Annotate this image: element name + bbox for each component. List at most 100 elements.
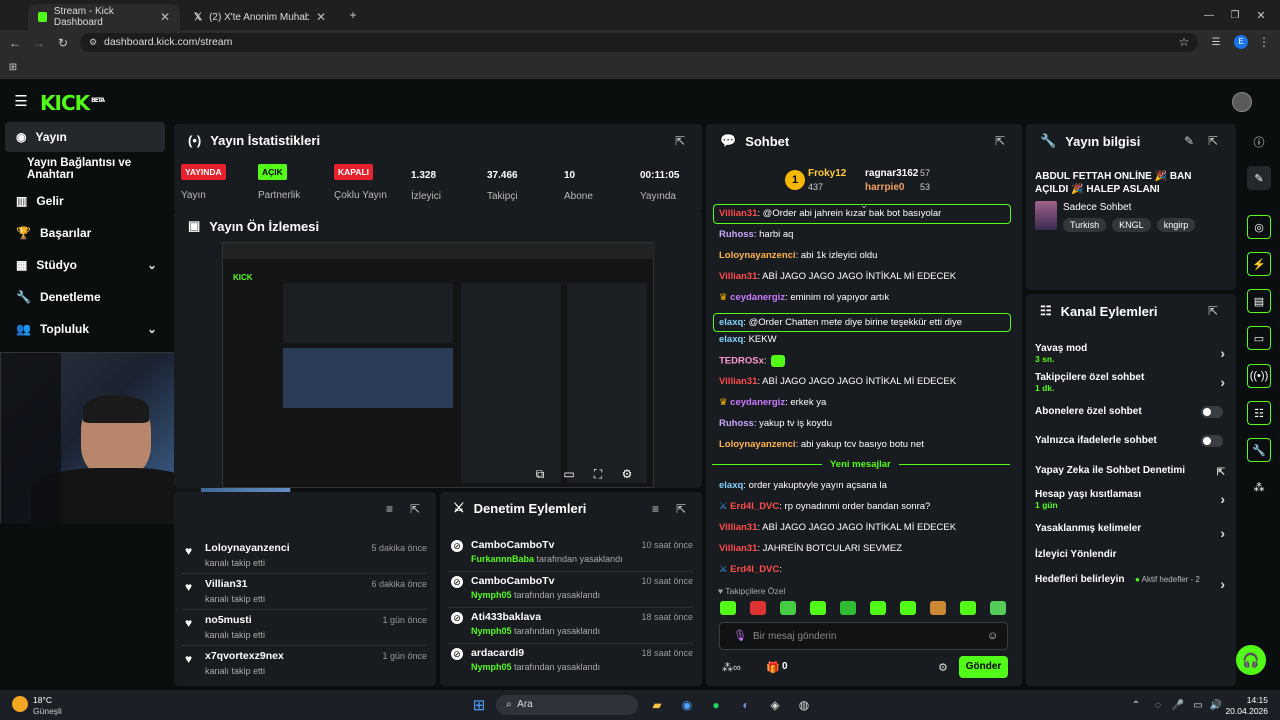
chat-username[interactable]: ceydanergiz — [730, 397, 785, 408]
close-icon[interactable]: ✕ — [316, 10, 326, 24]
chat-username[interactable]: elaxq — [719, 480, 743, 491]
follower-row[interactable]: ♥ Villian31 kanalı takip etti 6 dakika önce — [182, 574, 427, 610]
chat-username[interactable]: Loloynayanzenci — [719, 250, 796, 261]
emote-icon[interactable] — [750, 601, 766, 615]
close-icon[interactable]: ✕ — [160, 10, 170, 24]
ai-moderation-row[interactable]: Yapay Zeka ile Sohbet Denetimi ⇱ — [1035, 465, 1225, 478]
sidebar-item-basarilar[interactable]: 🏆 Başarılar — [5, 218, 165, 248]
browser-tab-x[interactable]: 𝕏 (2) X'te Anonim Muhabir: "Yaku ✕ — [184, 4, 336, 30]
chat-message[interactable]: elaxq: @Order Chatten mete diye birine t… — [713, 313, 1011, 332]
weather-sun-icon[interactable] — [12, 696, 28, 712]
window-close-icon[interactable]: ✕ — [1252, 6, 1270, 24]
popout-icon[interactable]: ⇱ — [1208, 304, 1218, 318]
mic-tray-icon[interactable]: 🎤 — [1167, 694, 1189, 716]
site-info-icon[interactable]: ⚙ — [86, 35, 100, 49]
new-tab-icon[interactable]: + — [344, 6, 362, 24]
apps-grid-icon[interactable]: ⊞ — [6, 60, 20, 74]
chat-message[interactable]: Ruhoss: harbi aq — [719, 229, 1009, 240]
chat-message[interactable]: Villian31: ABİ JAGO JAGO JAGO İNTİKAL Mİ… — [719, 522, 1009, 533]
tag-chip[interactable]: KNGL — [1112, 218, 1151, 232]
emote-icon[interactable] — [840, 601, 856, 615]
chat-username[interactable]: Ruhoss — [719, 418, 754, 429]
popout-icon[interactable]: ⇱ — [675, 134, 685, 148]
network-icon[interactable]: ◌ — [1147, 694, 1169, 716]
sidebar-item-yayin[interactable]: ◉ Yayın — [5, 122, 165, 152]
follower-row[interactable]: ♥ no5musti kanalı takip etti 1 gün önce — [182, 610, 427, 646]
mic-icon[interactable]: 🎙 — [733, 629, 747, 642]
chrome-icon[interactable]: ◉ — [676, 694, 698, 716]
filter-icon[interactable]: ≡ — [652, 502, 659, 516]
obs-icon[interactable]: ◍ — [793, 694, 815, 716]
browser-tab-kick[interactable]: Stream - Kick Dashboard ✕ — [28, 4, 180, 30]
chat-username[interactable]: Villian31 — [719, 271, 757, 282]
chat-bubble-icon[interactable]: ▭ — [1247, 326, 1271, 350]
chat-message[interactable]: Loloynayanzenci: abi yakup tcv basıyo bo… — [719, 439, 1009, 450]
sidebar-item-topluluk[interactable]: 👥 Topluluk ⌄ — [5, 314, 165, 344]
taskbar-search[interactable]: ⌕ Ara — [496, 695, 638, 715]
chat-username[interactable]: Ruhoss — [719, 229, 754, 240]
url-bar[interactable]: dashboard.kick.com/stream — [80, 33, 1198, 52]
leader-3-name[interactable]: harrpie0 — [865, 182, 904, 193]
followers-only-row[interactable]: Takipçilere özel sohbet 1 dk. › — [1035, 372, 1225, 393]
sidebar-item-studyo[interactable]: ▦ Stüdyo ⌄ — [5, 250, 165, 280]
support-headset-icon[interactable]: 🎧 — [1236, 645, 1266, 675]
chat-message[interactable]: Loloynayanzenci: abi 1k izleyici oldu — [719, 250, 1009, 261]
chat-username[interactable]: TEDROSx — [719, 356, 764, 367]
filter-icon[interactable]: ≡ — [386, 502, 393, 516]
chat-username[interactable]: Erd4l_DVC — [730, 564, 779, 575]
spotify-icon[interactable]: ● — [705, 694, 727, 716]
chat-message[interactable]: Villian31: JAHREİN BOTCULARI SEVMEZ — [719, 543, 1009, 554]
kick-logo[interactable]: KICK BETA — [40, 91, 105, 115]
follower-row[interactable]: ♥ Loloynayanzenci kanalı takip etti 5 dakik… — [182, 538, 427, 574]
tray-chevron-icon[interactable]: ⌃ — [1125, 694, 1147, 716]
fullscreen-icon[interactable]: ⛶ — [591, 467, 605, 481]
chat-settings-icon[interactable]: ⚙ — [938, 661, 948, 674]
document-icon[interactable]: ▤ — [1247, 289, 1271, 313]
mod-action-row[interactable]: ⊘ CamboCamboTv Nymph05 tarafından yasaklan… — [448, 572, 693, 608]
mod-action-row[interactable]: ⊘ Ati433baklava Nymph05 tarafından yasakla… — [448, 608, 693, 644]
edit-pencil-icon[interactable]: ✎ — [1247, 166, 1271, 190]
chat-username[interactable]: elaxq — [719, 334, 743, 345]
chat-message[interactable]: TEDROSx: — [719, 355, 1009, 367]
emote-icon[interactable] — [870, 601, 886, 615]
chat-username[interactable]: ceydanergiz — [730, 292, 785, 303]
extensions-icon[interactable]: ☰ — [1208, 34, 1224, 50]
channel-points-icon[interactable]: ⁂∞ — [722, 661, 741, 674]
preview-video[interactable]: KICK — [222, 242, 655, 488]
forward-icon[interactable]: → — [30, 34, 48, 52]
category-thumbnail[interactable] — [1035, 201, 1057, 230]
emote-icon[interactable] — [960, 601, 976, 615]
follower-row[interactable]: ♥ x7qvortexz9nex kanalı takip etti 1 gün ön… — [182, 646, 427, 682]
tag-chip[interactable]: kngirp — [1156, 218, 1196, 232]
minimize-icon[interactable]: — — [1200, 6, 1218, 24]
category-name[interactable]: Sadece Sohbet — [1063, 202, 1131, 213]
chat-message[interactable]: elaxq: KEKW — [719, 334, 1009, 345]
chat-message[interactable]: elaxq: order yakuptvyle yayın açsana la — [719, 480, 1009, 491]
chat-message[interactable]: ♛ ceydanergiz: erkek ya — [719, 397, 1009, 408]
menu-dots-icon[interactable]: ⋮ — [1256, 34, 1272, 50]
info-icon[interactable]: ⓘ — [1247, 130, 1271, 154]
sidebar-item-stream-key[interactable]: Yayın Bağlantısı ve Anahtarı — [16, 154, 176, 184]
edit-pencil-icon[interactable]: ✎ — [1184, 134, 1194, 148]
chat-message[interactable]: Villian31: ABİ JAGO JAGO JAGO İNTİKAL Mİ… — [719, 271, 1009, 282]
lightning-icon[interactable]: ⚡ — [1247, 252, 1271, 276]
wrench-icon[interactable]: 🔧 — [1247, 438, 1271, 462]
sidebar-item-gelir[interactable]: ▥ Gelir — [5, 186, 165, 216]
file-explorer-icon[interactable]: ▰ — [646, 694, 668, 716]
chat-username[interactable]: elaxq — [719, 317, 743, 328]
back-icon[interactable]: ← — [6, 34, 24, 52]
send-button[interactable]: Gönder — [959, 656, 1008, 678]
popout-icon[interactable]: ⇱ — [995, 134, 1005, 148]
leader-1-name[interactable]: Froky12 — [808, 168, 846, 179]
leader-2-name[interactable]: ragnar3162 — [865, 168, 918, 179]
emote-icon[interactable] — [720, 601, 736, 615]
sidebar-item-denetleme[interactable]: 🔧 Denetleme — [5, 282, 165, 312]
tag-chip[interactable]: Turkish — [1063, 218, 1107, 232]
subs-only-toggle[interactable] — [1201, 406, 1223, 418]
mod-action-row[interactable]: ⊘ ardacardi9 Nymph05 tarafından yasaklandı… — [448, 644, 693, 680]
reload-icon[interactable]: ↻ — [54, 34, 72, 52]
settings-gear-icon[interactable]: ⚙ — [620, 467, 634, 481]
emote-icon[interactable] — [810, 601, 826, 615]
windows-start-icon[interactable]: ⊞ — [468, 694, 490, 716]
profile-avatar[interactable]: E — [1234, 35, 1248, 49]
